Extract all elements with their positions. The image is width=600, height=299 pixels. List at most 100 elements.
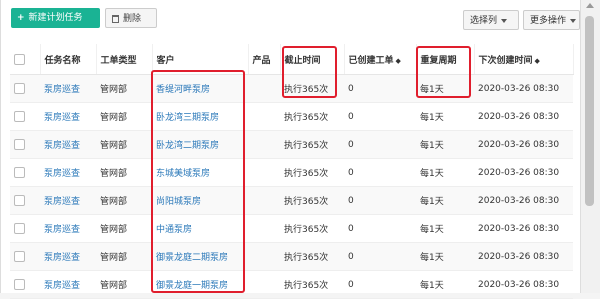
created-orders-cell: 0: [344, 130, 416, 159]
header-task-name[interactable]: 任务名称: [40, 44, 97, 75]
order-type-cell: 管网部: [96, 74, 152, 103]
row-select-cell: [10, 102, 40, 131]
order-type-cell: 管网部: [96, 158, 152, 187]
next-create-time-cell: 2020-03-26 08:30: [474, 158, 573, 187]
header-customer[interactable]: 客户: [152, 44, 249, 75]
row-select-cell: [10, 214, 40, 243]
row-checkbox[interactable]: [14, 279, 25, 290]
row-checkbox[interactable]: [14, 251, 25, 262]
delete-button[interactable]: 删除: [105, 8, 157, 28]
order-type-cell: 管网部: [96, 102, 152, 131]
product-cell: [248, 74, 280, 103]
order-type-cell: 管网部: [96, 130, 152, 159]
row-checkbox[interactable]: [14, 111, 25, 122]
task-name-cell[interactable]: 泵房巡查: [40, 270, 96, 299]
header-order-type[interactable]: 工单类型: [96, 44, 153, 75]
customer-cell[interactable]: 尚阳城泵房: [152, 186, 248, 215]
order-type-cell: 管网部: [96, 186, 152, 215]
created-orders-cell: 0: [344, 270, 416, 299]
next-create-time-cell: 2020-03-26 08:30: [474, 74, 573, 103]
next-create-time-cell: 2020-03-26 08:30: [474, 130, 573, 159]
deadline-cell: 执行365次: [280, 102, 344, 131]
table-row[interactable]: 泵房巡查 管网部 中通泵房 执行365次 0 每1天 2020-03-26 08:30: [10, 214, 573, 243]
row-checkbox[interactable]: [14, 139, 25, 150]
created-orders-cell: 0: [344, 74, 416, 103]
header-deadline[interactable]: 截止时间: [280, 44, 345, 75]
repeat-cycle-cell: 每1天: [416, 130, 474, 159]
next-create-time-cell: 2020-03-26 08:30: [474, 214, 573, 243]
table-row[interactable]: 泵房巡查 管网部 御景龙庭一期泵房 执行365次 0 每1天 2020-03-26 08:3…: [10, 270, 573, 299]
deadline-cell: 执行365次: [280, 214, 344, 243]
row-checkbox[interactable]: [14, 195, 25, 206]
select-all-checkbox[interactable]: [14, 53, 25, 65]
more-actions-button[interactable]: 更多操作: [523, 10, 580, 30]
repeat-cycle-cell: 每1天: [416, 102, 474, 131]
header-created-orders-label: 已创建工单: [348, 55, 394, 66]
repeat-cycle-cell: 每1天: [416, 242, 474, 271]
caret-down-icon: [501, 18, 508, 23]
customer-cell[interactable]: 香缇河畔泵房: [152, 74, 248, 103]
product-cell: [248, 214, 280, 243]
header-product[interactable]: 产品: [248, 44, 281, 75]
repeat-cycle-cell: 每1天: [416, 158, 474, 187]
table-header-row: 任务名称 工单类型 客户 产品 截止时间 已创建工单 ◆ 重复周期 下次创建时间 ◆: [10, 44, 574, 75]
row-select-cell: [10, 270, 40, 299]
customer-cell[interactable]: 御景龙庭二期泵房: [152, 242, 248, 271]
created-orders-cell: 0: [344, 158, 416, 187]
task-name-cell[interactable]: 泵房巡查: [40, 214, 96, 243]
deadline-cell: 执行365次: [280, 270, 344, 299]
task-name-cell[interactable]: 泵房巡查: [40, 130, 96, 159]
row-checkbox[interactable]: [14, 167, 25, 178]
customer-cell[interactable]: 卧龙湾三期泵房: [152, 102, 248, 131]
next-create-time-cell: 2020-03-26 08:30: [474, 186, 573, 215]
plus-icon: +: [17, 13, 25, 23]
select-columns-label: 选择列: [470, 16, 498, 26]
table-row[interactable]: 泵房巡查 管网部 卧龙湾二期泵房 执行365次 0 每1天 2020-03-26 08:30: [10, 130, 573, 159]
row-select-cell: [10, 74, 40, 103]
header-repeat-cycle[interactable]: 重复周期: [416, 44, 475, 75]
task-table: 任务名称 工单类型 客户 产品 截止时间 已创建工单 ◆ 重复周期 下次创建时间 ◆…: [10, 44, 574, 299]
created-orders-cell: 0: [344, 102, 416, 131]
product-cell: [248, 158, 280, 187]
product-cell: [248, 242, 280, 271]
product-cell: [248, 130, 280, 159]
table-row[interactable]: 泵房巡查 管网部 香缇河畔泵房 执行365次 0 每1天 2020-03-26 08:30: [10, 74, 573, 103]
task-name-cell[interactable]: 泵房巡查: [40, 158, 96, 187]
header-created-orders[interactable]: 已创建工单 ◆: [344, 44, 417, 75]
next-create-time-cell: 2020-03-26 08:30: [474, 102, 573, 131]
repeat-cycle-cell: 每1天: [416, 270, 474, 299]
repeat-cycle-cell: 每1天: [416, 186, 474, 215]
new-plan-task-button[interactable]: + 新建计划任务: [11, 8, 100, 28]
select-columns-button[interactable]: 选择列: [463, 10, 519, 30]
task-name-cell[interactable]: 泵房巡查: [40, 186, 96, 215]
customer-cell[interactable]: 中通泵房: [152, 214, 248, 243]
sort-icon: ◆: [534, 56, 540, 65]
scroll-up-arrow-icon[interactable]: [586, 3, 594, 8]
task-name-cell[interactable]: 泵房巡查: [40, 74, 96, 103]
table-row[interactable]: 泵房巡查 管网部 东城美域泵房 执行365次 0 每1天 2020-03-26 08:30: [10, 158, 573, 187]
created-orders-cell: 0: [344, 242, 416, 271]
task-name-cell[interactable]: 泵房巡查: [40, 242, 96, 271]
row-select-cell: [10, 158, 40, 187]
next-create-time-cell: 2020-03-26 08:30: [474, 242, 573, 271]
task-name-cell[interactable]: 泵房巡查: [40, 102, 96, 131]
customer-cell[interactable]: 卧龙湾二期泵房: [152, 130, 248, 159]
table-row[interactable]: 泵房巡查 管网部 卧龙湾三期泵房 执行365次 0 每1天 2020-03-26 08:30: [10, 102, 573, 131]
table-row[interactable]: 泵房巡查 管网部 御景龙庭二期泵房 执行365次 0 每1天 2020-03-26 08:3…: [10, 242, 573, 271]
header-next-create-time[interactable]: 下次创建时间 ◆: [474, 44, 574, 75]
row-checkbox[interactable]: [14, 223, 25, 234]
deadline-cell: 执行365次: [280, 74, 344, 103]
product-cell: [248, 102, 280, 131]
table-row[interactable]: 泵房巡查 管网部 尚阳城泵房 执行365次 0 每1天 2020-03-26 08:30: [10, 186, 573, 215]
deadline-cell: 执行365次: [280, 242, 344, 271]
deadline-cell: 执行365次: [280, 158, 344, 187]
row-select-cell: [10, 186, 40, 215]
product-cell: [248, 186, 280, 215]
scrollbar-thumb[interactable]: [585, 16, 594, 206]
task-list-panel: + 新建计划任务 删除 选择列 更多操作 任务名称 工单类型 客户 产品 截止时间…: [0, 0, 581, 299]
customer-cell[interactable]: 东城美域泵房: [152, 158, 248, 187]
row-checkbox[interactable]: [14, 83, 25, 94]
customer-cell[interactable]: 御景龙庭一期泵房: [152, 270, 248, 299]
caret-down-icon: [570, 18, 577, 23]
row-select-cell: [10, 130, 40, 159]
